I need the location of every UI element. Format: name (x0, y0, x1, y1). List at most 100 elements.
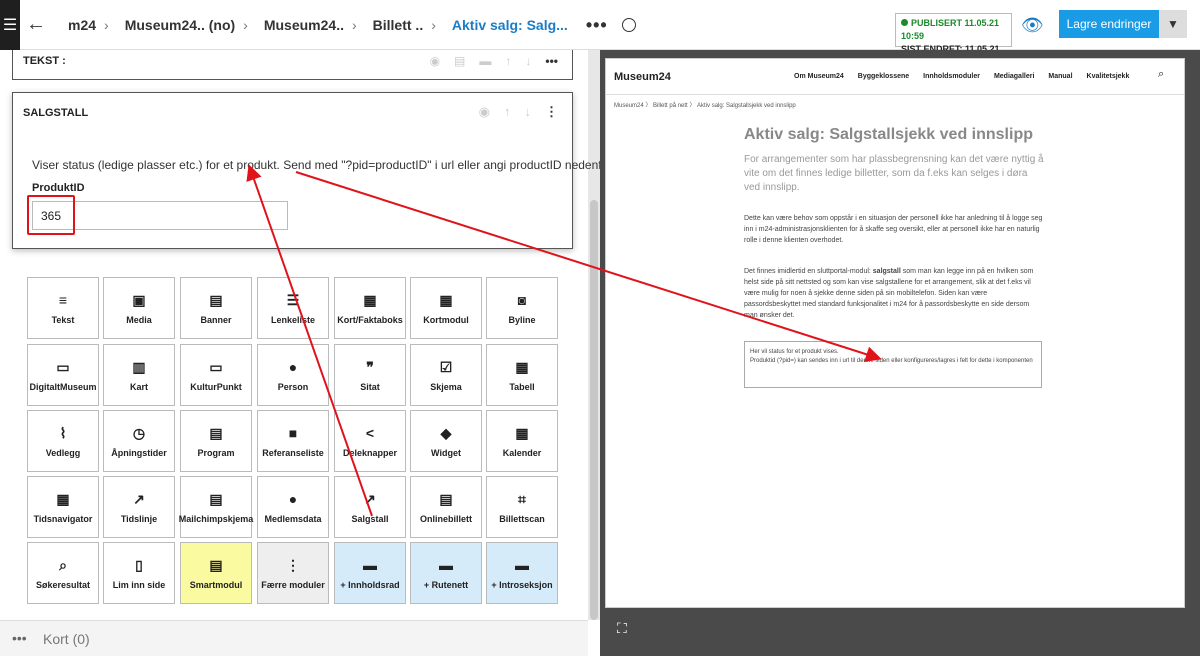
module-tile[interactable]: ▬ + Innholdsrad (334, 542, 406, 604)
module-tile[interactable]: ◙ Byline (486, 277, 558, 339)
module-tile[interactable]: ▭ KulturPunkt (180, 344, 252, 406)
module-tile-label: Person (277, 382, 309, 392)
preview-box-line-2: Produktid (?pid=) kan sendes inn i url t… (750, 358, 1033, 364)
module-tile[interactable]: ❞ Sitat (334, 344, 406, 406)
breadcrumb-item-billett[interactable]: Billett .. (357, 17, 432, 33)
more-horizontal-icon[interactable]: ••• (586, 15, 608, 36)
search-icon[interactable]: ⌕ (1158, 68, 1164, 81)
module-tile[interactable]: ▤ Mailchimpskjema (178, 476, 254, 538)
module-tile[interactable]: ▦ Tabell (486, 344, 558, 406)
module-tile[interactable]: ▦ Tidsnavigator (27, 476, 99, 538)
module-tile-label: Smartmodul (189, 580, 243, 590)
module-tile[interactable]: ▬ + Introseksjon (486, 542, 558, 604)
module-tile[interactable]: ≡ Tekst (27, 277, 99, 339)
module-tile[interactable]: ▣ Media (103, 277, 175, 339)
rows-icon: ▬ (515, 557, 529, 573)
module-tile[interactable]: ▦ Kortmodul (410, 277, 482, 339)
module-tile[interactable]: ▤ Banner (180, 277, 252, 339)
save-dropdown-chevron-icon[interactable]: ▼ (1159, 10, 1187, 38)
module-tile[interactable]: ↗ Tidslinje (103, 476, 175, 538)
module-tile[interactable]: ▤ Onlinebillett (410, 476, 482, 538)
module-tile[interactable]: ⋮ Færre moduler (257, 542, 329, 604)
breadcrumb-item-museum24[interactable]: Museum24.. (248, 17, 352, 33)
table-icon: ▭ (56, 359, 70, 375)
module-tile[interactable]: ▤ Program (180, 410, 252, 472)
arrow-down-icon[interactable]: ↓ (525, 54, 531, 68)
preview-nav-item[interactable]: Mediagalleri (994, 73, 1034, 80)
module-tile-label: Sitat (360, 382, 380, 392)
search-icon: ⌕ (59, 557, 67, 573)
module-tile[interactable]: ↗ Salgstall (334, 476, 406, 538)
preview-logo[interactable]: Museum24 (614, 71, 671, 83)
preview-salgstall-box: Her vil status for et produkt vises. Pro… (744, 341, 1042, 388)
save-button[interactable]: Lagre endringer (1059, 10, 1159, 38)
module-tile[interactable]: ◷ Åpningstider (103, 410, 175, 472)
published-dot-icon (901, 19, 908, 26)
preview-nav-item[interactable]: Om Museum24 (794, 73, 844, 80)
more-horizontal-icon[interactable]: ••• (12, 630, 27, 646)
more-horizontal-icon[interactable]: ••• (545, 54, 558, 68)
module-tile[interactable]: ● Person (257, 344, 329, 406)
circle-icon[interactable] (621, 18, 636, 32)
salgstall-module-label: SALGSTALL (23, 107, 89, 119)
module-tile-label: Mailchimpskjema (178, 514, 254, 524)
preview-nav-item[interactable]: Innholdsmoduler (923, 73, 980, 80)
module-tile[interactable]: < Deleknapper (334, 410, 406, 472)
module-tile[interactable]: ▭ DigitaltMuseum (27, 344, 99, 406)
salgstall-module-card[interactable]: SALGSTALL ◉ ↑ ↓ ⋮ Viser status (ledige p… (12, 92, 612, 249)
preview-nav: Om Museum24 Byggeklossene Innholdsmodule… (794, 73, 1129, 80)
tekst-module-card[interactable]: TEKST : ◉ ▤ ▬ ↑ ↓ ••• (12, 50, 573, 80)
module-tile[interactable]: ▦ Kort/Faktaboks (334, 277, 406, 339)
module-tile[interactable]: ▦ Kalender (486, 410, 558, 472)
module-tile-label: Kortmodul (423, 315, 469, 325)
module-tile[interactable]: ☑ Skjema (410, 344, 482, 406)
more-vertical-icon[interactable]: ⋮ (545, 104, 558, 120)
module-tile[interactable]: ◆ Widget (410, 410, 482, 472)
module-tile[interactable]: ● Medlemsdata (257, 476, 329, 538)
module-tile-label: Lim inn side (112, 580, 166, 590)
scrollbar-thumb[interactable] (590, 200, 598, 620)
module-tile[interactable]: ■ Referanseliste (257, 410, 329, 472)
module-tile-label: Deleknapper (342, 448, 398, 458)
module-tile[interactable]: ▤ Smartmodul (180, 542, 252, 604)
module-tile[interactable]: ☰ Lenkeliste (257, 277, 329, 339)
arrow-up-icon[interactable]: ↑ (505, 54, 511, 68)
eye-icon[interactable]: 👁 (1021, 15, 1044, 36)
breadcrumb-item-museum24-no[interactable]: Museum24.. (no) (109, 17, 243, 33)
preview-nav-item[interactable]: Manual (1048, 73, 1072, 80)
module-tile[interactable]: ▯ Lim inn side (103, 542, 175, 604)
module-tile[interactable]: ▥ Kart (103, 344, 175, 406)
module-tile-label: + Introseksjon (491, 580, 553, 590)
module-tile-label: Referanseliste (262, 448, 324, 458)
document-icon[interactable]: ▤ (454, 54, 465, 68)
back-arrow-icon[interactable]: ← (26, 13, 46, 36)
map-icon: ▥ (132, 359, 146, 375)
preview-nav-item[interactable]: Byggeklossene (858, 73, 909, 80)
document-icon: ▤ (209, 491, 223, 507)
menu-icon[interactable]: ☰ (0, 0, 20, 50)
image-icon: ▣ (132, 292, 146, 308)
paperclip-icon: ⌇ (59, 425, 67, 441)
module-tile[interactable]: ▬ + Rutenett (410, 542, 482, 604)
module-tile-label: Byline (508, 315, 536, 325)
breadcrumb-item-m24[interactable]: m24 (52, 17, 104, 33)
eye-icon[interactable]: ◉ (479, 104, 490, 120)
preview-breadcrumb: Museum24 〉 Billett på nett 〉 Aktiv salg:… (614, 103, 796, 109)
preview-box-line-1: Her vil status for et produkt vises. (750, 349, 839, 355)
module-tile[interactable]: ⌇ Vedlegg (27, 410, 99, 472)
eye-icon[interactable]: ◉ (430, 54, 440, 68)
arrow-down-icon[interactable]: ↓ (525, 104, 532, 120)
module-tile-label: Skjema (430, 382, 462, 392)
module-tile[interactable]: ⌗ Billettscan (486, 476, 558, 538)
arrow-up-icon[interactable]: ↑ (504, 104, 511, 120)
module-tile[interactable]: ⌕ Søkeresultat (27, 542, 99, 604)
module-tile-label: Widget (431, 448, 461, 458)
rows-icon: ▬ (439, 557, 453, 573)
breadcrumb-item-current[interactable]: Aktiv salg: Salg... (436, 17, 576, 33)
preview-nav-item[interactable]: Kvalitetsjekk (1087, 73, 1130, 80)
kort-count-label[interactable]: Kort (0) (43, 631, 90, 647)
message-icon[interactable]: ▬ (479, 54, 491, 68)
fullscreen-icon[interactable]: ⛶ (617, 620, 627, 637)
module-tile-label: Færre moduler (261, 580, 325, 590)
productid-label: ProduktID (32, 182, 85, 194)
